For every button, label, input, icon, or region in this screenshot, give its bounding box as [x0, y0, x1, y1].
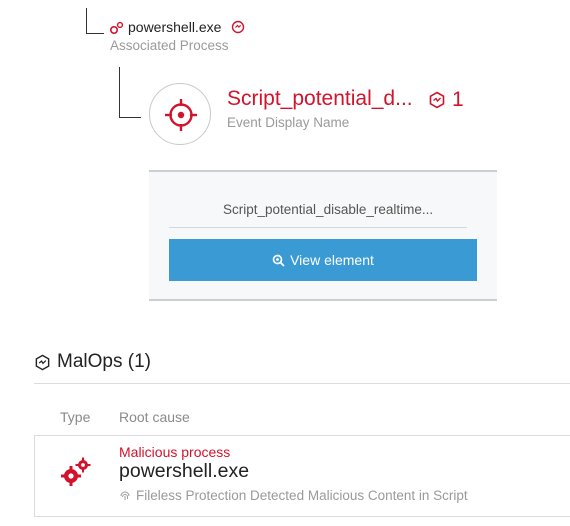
event-node-circle[interactable] [149, 83, 211, 145]
panel-divider [169, 227, 467, 228]
row-root-cause[interactable]: powershell.exe [119, 460, 249, 483]
malop-count[interactable]: 1 [452, 88, 464, 112]
event-display-name-label: Event Display Name [227, 115, 350, 130]
tree-connector-top-vertical [86, 8, 87, 33]
associated-process-name[interactable]: powershell.exe [128, 19, 221, 35]
tree-connector-event-horizontal [119, 117, 141, 118]
column-header-root-cause[interactable]: Root cause [119, 409, 190, 425]
tree-connector-top-horizontal [86, 33, 104, 34]
view-element-button[interactable]: View element [169, 239, 477, 281]
malop-hexagon-icon [428, 91, 446, 109]
crosshair-target-icon [165, 99, 197, 131]
row-description: Fileless Protection Detected Malicious C… [136, 488, 468, 503]
table-row[interactable] [34, 435, 570, 517]
section-divider [34, 383, 570, 384]
view-element-label: View element [290, 252, 374, 268]
event-details-panel [149, 170, 497, 301]
magnifier-icon [272, 254, 285, 267]
row-category: Malicious process [119, 444, 231, 460]
gears-icon [109, 20, 125, 36]
fingerprint-icon [119, 489, 131, 501]
associated-process-label: Associated Process [110, 38, 229, 53]
tree-connector-event-vertical [119, 67, 120, 117]
column-header-type[interactable]: Type [60, 409, 90, 425]
event-full-name: Script_potential_disable_realtime... [223, 202, 434, 217]
malop-hexagon-icon [34, 354, 51, 371]
gears-icon [60, 455, 94, 489]
malops-section-title: MalOps (1) [57, 351, 151, 372]
event-display-name[interactable]: Script_potential_d... [227, 87, 413, 111]
malicious-badge-icon [231, 20, 245, 34]
